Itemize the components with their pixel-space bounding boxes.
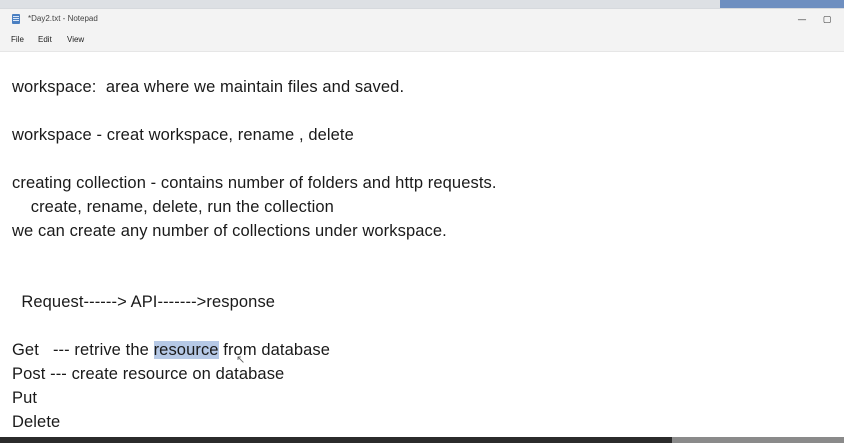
text-line: Request------> API------->response [12, 293, 276, 311]
text-line: workspace - creat workspace, rename , de… [12, 126, 354, 144]
notepad-window: *Day2.txt - Notepad — ▢ File Edit View w… [0, 8, 844, 444]
text-segment: Get --- retrive the [12, 341, 154, 359]
menu-edit[interactable]: Edit [38, 35, 52, 44]
notepad-icon [12, 14, 20, 24]
text-line: workspace: area where we maintain files … [12, 78, 405, 96]
text-line: Post --- create resource on database [12, 365, 285, 383]
minimize-button[interactable]: — [790, 12, 814, 28]
text-line: create, rename, delete, run the collecti… [12, 198, 334, 216]
video-progress-bar [0, 437, 672, 443]
selected-text: resource [153, 341, 219, 359]
text-line: creating collection - contains number of… [12, 174, 497, 192]
text-line: Delete [12, 413, 61, 431]
menu-file[interactable]: File [11, 35, 24, 44]
menu-view[interactable]: View [67, 35, 84, 44]
menu-bar: File Edit View [0, 31, 844, 51]
window-title: *Day2.txt - Notepad [28, 14, 98, 23]
text-line: Put [12, 389, 38, 407]
text-line: we can create any number of collections … [12, 222, 447, 240]
maximize-button[interactable]: ▢ [815, 12, 839, 28]
text-editor[interactable]: workspace: area where we maintain files … [0, 51, 844, 439]
text-line: Get --- retrive the resource from databa… [12, 341, 330, 360]
title-bar[interactable]: *Day2.txt - Notepad — ▢ [0, 9, 844, 31]
video-progress-remaining [672, 437, 844, 443]
mouse-cursor-icon: ↖ [236, 353, 246, 366]
